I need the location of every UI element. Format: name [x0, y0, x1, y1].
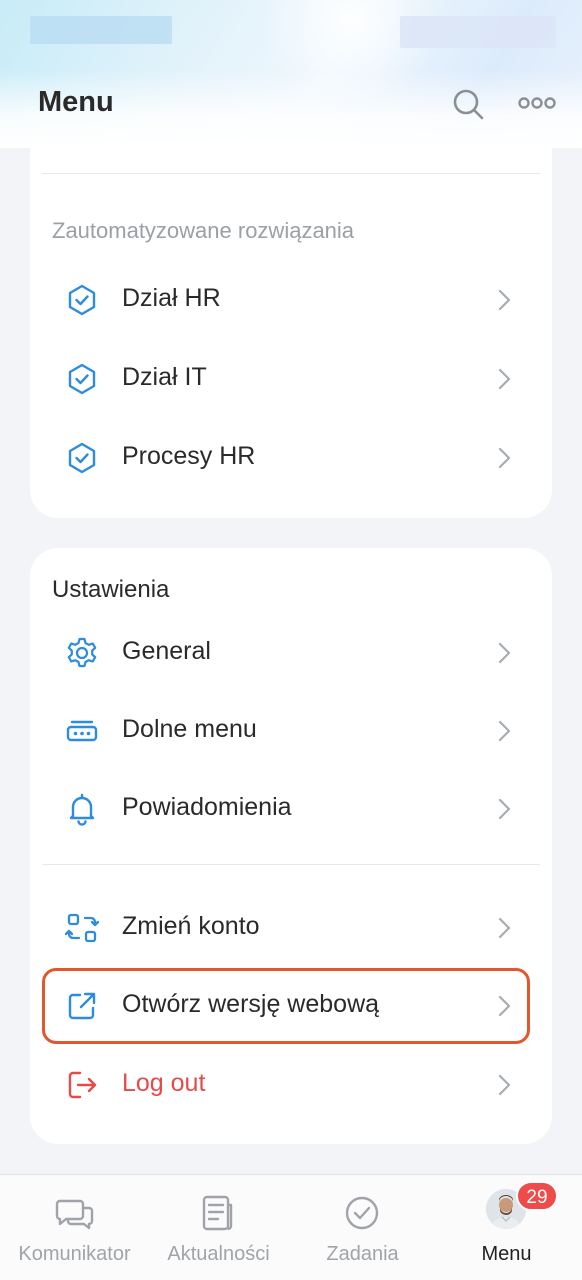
bottom-nav: Komunikator Aktualności Zadania 29 Menu — [0, 1174, 582, 1280]
more-button[interactable] — [518, 92, 556, 114]
menu-item-label: Procesy HR — [122, 442, 256, 470]
check-circle-icon — [342, 1193, 382, 1233]
menu-item-label: Log out — [122, 1069, 206, 1097]
menu-item-label: Powiadomienia — [122, 793, 292, 821]
chevron-right-icon — [494, 367, 514, 391]
chat-icon — [54, 1193, 94, 1233]
nav-item-tasks[interactable]: Zadania — [290, 1175, 435, 1280]
chevron-right-icon — [494, 797, 514, 821]
section-title-automated: Zautomatyzowane rozwiązania — [52, 218, 355, 243]
shield-check-icon — [64, 361, 100, 397]
section-title-settings: Ustawienia — [52, 576, 170, 603]
chevron-right-icon — [494, 288, 514, 312]
nav-item-label: Zadania — [326, 1243, 399, 1265]
header: Menu — [0, 0, 582, 148]
bell-icon — [64, 791, 100, 827]
gear-icon — [64, 635, 100, 671]
menu-item-label: General — [122, 637, 211, 665]
status-bar-right-blur — [400, 16, 556, 48]
search-button[interactable] — [450, 86, 486, 122]
shield-check-icon — [64, 282, 100, 318]
chevron-right-icon — [494, 719, 514, 743]
menu-item-it-department[interactable]: Dział IT — [30, 347, 552, 411]
more-icon — [518, 97, 556, 109]
bottom-menu-icon — [64, 713, 100, 749]
chevron-right-icon — [494, 641, 514, 665]
divider — [42, 173, 540, 174]
settings-card: Ustawienia General Dolne menu Powiadomie… — [30, 548, 552, 1144]
chevron-right-icon — [494, 916, 514, 940]
nav-item-messenger[interactable]: Komunikator — [2, 1175, 147, 1280]
news-icon — [198, 1193, 238, 1233]
shield-check-icon — [64, 440, 100, 476]
chevron-right-icon — [494, 446, 514, 470]
nav-item-label: Menu — [481, 1243, 532, 1265]
menu-item-hr-processes[interactable]: Procesy HR — [30, 426, 552, 490]
logout-icon — [64, 1067, 100, 1103]
menu-item-bottom-menu[interactable]: Dolne menu — [30, 699, 552, 763]
notification-badge: 29 — [516, 1181, 558, 1211]
divider — [42, 864, 540, 865]
nav-item-news[interactable]: Aktualności — [146, 1175, 291, 1280]
menu-item-notifications[interactable]: Powiadomienia — [30, 777, 552, 841]
switch-account-icon — [64, 910, 100, 946]
menu-item-general[interactable]: General — [30, 621, 552, 685]
menu-item-label: Dolne menu — [122, 715, 257, 743]
highlight-box — [42, 968, 530, 1044]
menu-item-switch-account[interactable]: Zmień konto — [30, 896, 552, 960]
menu-item-label: Zmień konto — [122, 912, 260, 940]
chevron-right-icon — [494, 1073, 514, 1097]
nav-item-label: Aktualności — [167, 1243, 270, 1265]
nav-item-menu[interactable]: 29 Menu — [434, 1175, 579, 1280]
automated-solutions-card: Zautomatyzowane rozwiązania Dział HR Dzi… — [30, 148, 552, 518]
status-bar-left-blur — [30, 16, 172, 44]
nav-item-label: Komunikator — [18, 1243, 131, 1265]
page-title: Menu — [38, 86, 114, 118]
menu-item-label: Dział HR — [122, 284, 221, 312]
menu-item-log-out[interactable]: Log out — [30, 1053, 552, 1117]
menu-item-label: Dział IT — [122, 363, 207, 391]
menu-item-hr-department[interactable]: Dział HR — [30, 268, 552, 332]
search-icon — [453, 89, 484, 120]
